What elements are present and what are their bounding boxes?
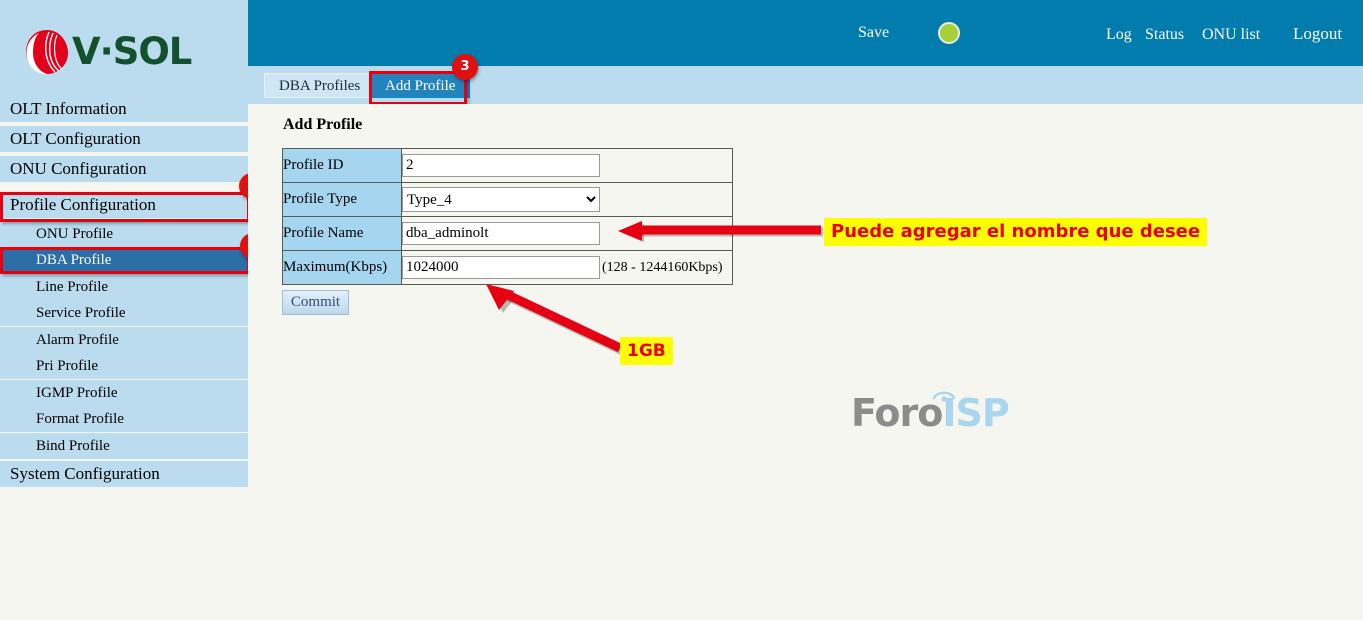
sidebar-item-line-profile[interactable]: Line Profile [0, 274, 248, 300]
commit-button[interactable]: Commit [282, 290, 349, 315]
sidebar-item-pri-profile[interactable]: Pri Profile [0, 353, 248, 379]
annotation-box-add-profile-tab [369, 71, 467, 105]
maximum-kbps-range-hint: (128 - 1244160Kbps) [602, 259, 723, 275]
add-profile-form-table: Profile ID Profile Type Type_4 Profile N… [282, 148, 733, 285]
foroisp-watermark: ForoISP [851, 391, 1010, 435]
callout-speed-note: 1GB [620, 337, 673, 365]
save-button[interactable]: Save [858, 24, 889, 42]
top-navigation-bar: Save Log Status ONU list Logout [248, 0, 1363, 66]
label-profile-type: Profile Type [282, 182, 402, 217]
vsol-flame-icon [26, 30, 68, 75]
label-maximum-kbps: Maximum(Kbps) [282, 250, 402, 285]
annotation-box-profile-configuration [0, 192, 250, 222]
watermark-part-isp: ISP [942, 391, 1009, 435]
sidebar-item-onu-profile[interactable]: ONU Profile [0, 221, 248, 247]
sidebar-navigation: OLT Information OLT Configuration ONU Co… [0, 96, 248, 620]
sidebar-item-format-profile[interactable]: Format Profile [0, 406, 248, 432]
annotation-badge-3: 3 [452, 54, 478, 80]
sidebar-item-system-configuration[interactable]: System Configuration [0, 461, 248, 487]
profile-id-input[interactable] [402, 154, 600, 177]
sidebar-item-olt-configuration[interactable]: OLT Configuration [0, 126, 248, 152]
profile-type-select[interactable]: Type_4 [402, 187, 600, 212]
profile-name-input[interactable] [402, 222, 600, 245]
log-link[interactable]: Log [1106, 26, 1132, 44]
table-row: Maximum(Kbps) (128 - 1244160Kbps) [282, 250, 733, 285]
logo-panel: V·SOL [0, 0, 248, 96]
sidebar-item-igmp-profile[interactable]: IGMP Profile [0, 380, 248, 406]
field-maximum-kbps-cell: (128 - 1244160Kbps) [401, 250, 733, 285]
logout-link[interactable]: Logout [1293, 24, 1342, 44]
table-row: Profile Type Type_4 [282, 182, 733, 217]
label-profile-id: Profile ID [282, 148, 402, 183]
field-profile-type-cell: Type_4 [401, 182, 733, 217]
sidebar-item-olt-information[interactable]: OLT Information [0, 96, 248, 122]
table-row: Profile ID [282, 148, 733, 183]
sidebar-item-service-profile[interactable]: Service Profile [0, 300, 248, 326]
brand-logo-text: V·SOL [72, 30, 192, 73]
onu-list-link[interactable]: ONU list [1202, 26, 1260, 44]
annotation-arrow-commit [486, 284, 625, 356]
label-profile-name: Profile Name [282, 216, 402, 251]
watermark-part-foro: Foro [851, 391, 943, 435]
annotation-arrow-profile-name [618, 221, 823, 242]
tab-dba-profiles[interactable]: DBA Profiles [264, 73, 376, 98]
status-link[interactable]: Status [1145, 26, 1184, 44]
callout-profile-name-note: Puede agregar el nombre que desee [824, 218, 1208, 246]
field-profile-id-cell [401, 148, 733, 183]
annotation-box-dba-profile [0, 247, 250, 274]
maximum-kbps-input[interactable] [402, 256, 600, 279]
sidebar-item-onu-configuration[interactable]: ONU Configuration [0, 156, 248, 182]
sidebar-item-bind-profile[interactable]: Bind Profile [0, 433, 248, 459]
main-content: Add Profile Profile ID Profile Type Type… [248, 104, 1363, 620]
sidebar-item-alarm-profile[interactable]: Alarm Profile [0, 327, 248, 353]
page-title: Add Profile [283, 116, 363, 133]
green-status-dot [938, 22, 960, 44]
